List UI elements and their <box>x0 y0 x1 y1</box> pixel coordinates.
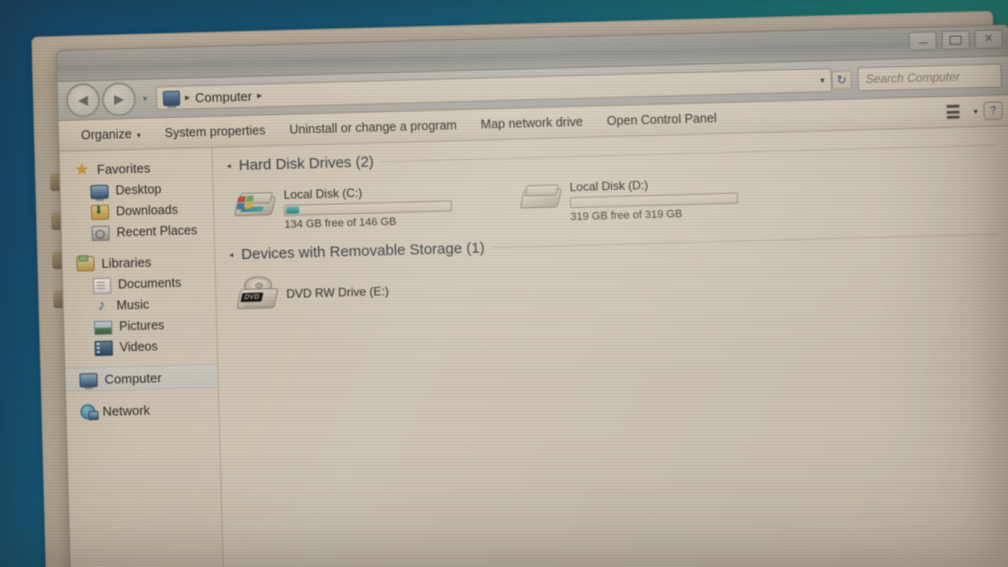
nav-group-favorites: ★ Favorites Desktop Downloads <box>60 156 214 244</box>
help-button[interactable]: ? <box>983 101 1003 120</box>
breadcrumb-separator-icon[interactable]: ▸ <box>257 90 262 101</box>
screen-photo: ✕ ◀ ▶ ▾ ▸ Computer ▸ ▾ ↻ Search Computer… <box>0 0 1008 567</box>
capacity-meter <box>283 200 453 216</box>
system-properties-button[interactable]: System properties <box>152 119 277 144</box>
change-view-icon[interactable] <box>946 104 962 119</box>
recent-pages-caret-icon[interactable]: ▾ <box>138 93 152 104</box>
nav-group-computer: Computer <box>65 363 218 392</box>
sidebar-item-network[interactable]: Network <box>66 397 219 423</box>
drive-name: Local Disk (C:) <box>283 185 363 202</box>
window-controls: ✕ <box>908 29 1003 51</box>
drive-tile-local-disk-d[interactable]: Local Disk (D:) 319 GB free of 319 GB <box>515 169 786 228</box>
sidebar-label: Libraries <box>101 254 152 271</box>
maximize-button[interactable] <box>941 30 970 51</box>
drive-tile-local-disk-c[interactable]: Local Disk (C:) 134 GB free of 146 GB <box>229 177 500 236</box>
organize-label: Organize <box>80 127 132 143</box>
drive-capacity-text: 319 GB free of 319 GB <box>570 208 683 224</box>
music-icon: ♪ <box>97 296 106 314</box>
breadcrumb-separator-icon[interactable]: ▸ <box>185 92 190 103</box>
computer-icon <box>162 90 181 106</box>
network-icon <box>80 404 96 420</box>
hard-disk-icon <box>519 179 562 214</box>
computer-icon <box>79 373 98 388</box>
sidebar-label: Computer <box>104 369 162 387</box>
sidebar-label: Music <box>116 297 150 313</box>
minimize-button[interactable] <box>908 31 937 51</box>
dvd-label-text: DVD <box>240 292 264 303</box>
drive-name: DVD RW Drive (E:) <box>286 284 389 301</box>
refresh-button[interactable]: ↻ <box>831 70 852 90</box>
file-list-pane[interactable]: ◂ Hard Disk Drives (2) Local Disk (C:) 1… <box>212 126 1008 567</box>
sidebar-item-recent-places[interactable]: Recent Places <box>61 219 214 244</box>
downloads-icon <box>90 204 110 220</box>
pictures-icon <box>93 320 113 335</box>
map-network-drive-button[interactable]: Map network drive <box>468 110 595 135</box>
group-title: Hard Disk Drives (2) <box>238 153 375 175</box>
sidebar-item-videos[interactable]: Videos <box>64 334 217 359</box>
drive-tile-dvd-rw-e[interactable]: DVD DVD RW Drive (E:) <box>232 266 503 317</box>
dvd-drive-icon: DVD <box>236 276 279 313</box>
desktop-icon <box>90 184 109 199</box>
breadcrumb-computer[interactable]: Computer <box>195 88 252 105</box>
nav-group-libraries: Libraries Documents ♪ Music Pictures Vid… <box>62 249 217 359</box>
chevron-down-icon: ▾ <box>136 130 141 140</box>
drive-name: Local Disk (D:) <box>569 178 649 195</box>
address-dropdown-icon[interactable]: ▾ <box>820 75 825 86</box>
sidebar-label: Desktop <box>115 181 162 197</box>
explorer-window: ✕ ◀ ▶ ▾ ▸ Computer ▸ ▾ ↻ Search Computer… <box>55 24 1008 567</box>
open-control-panel-button[interactable]: Open Control Panel <box>595 107 729 133</box>
back-button[interactable]: ◀ <box>65 82 101 118</box>
search-placeholder: Search Computer <box>865 69 960 87</box>
sidebar-label: Pictures <box>118 317 165 333</box>
search-input[interactable]: Search Computer <box>857 63 1003 92</box>
forward-button[interactable]: ▶ <box>101 81 137 117</box>
sidebar-label: Favorites <box>96 160 151 177</box>
organize-button[interactable]: Organize ▾ <box>69 122 153 146</box>
star-icon: ★ <box>74 161 89 179</box>
sidebar-label: Videos <box>119 338 158 354</box>
close-button[interactable]: ✕ <box>974 29 1003 50</box>
nav-group-network: Network <box>66 397 219 423</box>
libraries-icon <box>76 256 95 272</box>
videos-icon <box>94 340 113 356</box>
documents-icon <box>92 277 112 294</box>
collapse-caret-icon[interactable]: ◂ <box>229 250 233 259</box>
view-chevron-down-icon[interactable]: ▾ <box>974 107 978 116</box>
drive-capacity-text: 134 GB free of 146 GB <box>284 215 397 231</box>
window-body: ★ Favorites Desktop Downloads <box>59 126 1008 567</box>
hard-disk-system-icon <box>233 187 277 222</box>
uninstall-change-program-button[interactable]: Uninstall or change a program <box>277 114 469 141</box>
collapse-caret-icon[interactable]: ◂ <box>227 161 231 170</box>
recent-places-icon <box>91 225 110 241</box>
sidebar-item-computer[interactable]: Computer <box>65 363 218 392</box>
sidebar-label: Documents <box>117 275 182 292</box>
sidebar-label: Downloads <box>115 202 179 218</box>
sidebar-label: Recent Places <box>116 222 198 239</box>
sidebar-label: Network <box>102 402 151 419</box>
capacity-meter <box>569 192 739 209</box>
navigation-pane: ★ Favorites Desktop Downloads <box>59 147 225 567</box>
